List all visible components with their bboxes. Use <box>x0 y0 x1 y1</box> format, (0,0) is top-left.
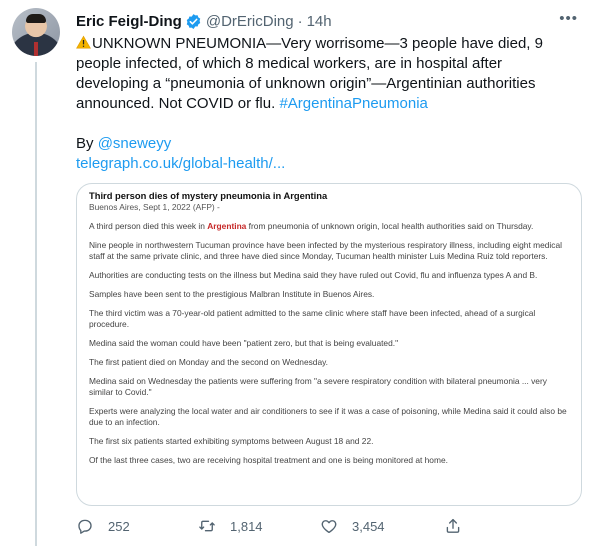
tweet-line-2: people infected, of which 8 medical work… <box>76 55 503 72</box>
tweet-timestamp[interactable]: 14h <box>307 13 332 30</box>
article-paragraph: The third victim was a 70-year-old patie… <box>89 308 536 329</box>
avatar-hair <box>26 14 46 23</box>
article-paragraph: Authorities are conducting tests on the … <box>89 270 538 280</box>
article-paragraph: Experts were analyzing the local water a… <box>89 406 567 427</box>
article-text: from pneumonia of unknown origin, local … <box>246 221 534 231</box>
warning-icon <box>76 35 91 49</box>
tweet-actions: 252 1,814 3,454 <box>76 514 506 538</box>
article-text: A third person died this week in <box>89 221 208 231</box>
article-paragraph: Nine people in northwestern Tucuman prov… <box>89 240 562 261</box>
article-paragraph: Medina said the woman could have been "p… <box>89 338 399 348</box>
hashtag-link[interactable]: #ArgentinaPneumonia <box>279 95 427 112</box>
header-separator: · <box>297 12 303 30</box>
thread-line <box>35 62 37 546</box>
avatar-tie <box>34 42 38 56</box>
share-icon <box>446 518 460 533</box>
article-highlight: Argentina <box>207 221 247 231</box>
mention-link[interactable]: @sneweyy <box>98 135 172 152</box>
article-dateline: Buenos Aires, Sept 1, 2022 (AFP) - <box>89 202 220 212</box>
avatar[interactable] <box>12 8 60 56</box>
reply-icon <box>78 519 92 534</box>
article-paragraph: Samples have been sent to the prestigiou… <box>89 289 375 299</box>
article-paragraph: Medina said on Wednesday the patients we… <box>89 376 547 397</box>
article-paragraph: A third person died this week in Argenti… <box>89 221 569 232</box>
tweet-line-1: UNKNOWN PNEUMONIA—Very worrisome—3 peopl… <box>76 34 582 54</box>
author-name[interactable]: Eric Feigl-Ding <box>76 13 182 30</box>
share-button[interactable] <box>444 517 476 535</box>
tweet-text: UNKNOWN PNEUMONIA—Very worrisome—3 peopl… <box>76 34 582 114</box>
article-url-link[interactable]: telegraph.co.uk/global-health/... <box>76 154 586 174</box>
verified-badge-icon <box>186 13 201 29</box>
reply-count: 252 <box>108 518 130 534</box>
tweet-line-3: developing a “pneumonia of unknown origi… <box>76 75 536 92</box>
author-handle[interactable]: @DrEricDing <box>206 13 294 30</box>
byline-block: By @sneweyy telegraph.co.uk/global-healt… <box>76 134 586 174</box>
article-paragraph: Of the last three cases, two are receivi… <box>89 455 448 465</box>
like-icon <box>321 520 337 534</box>
article-paragraph: The first six patients started exhibitin… <box>89 436 374 446</box>
byline: By @sneweyy <box>76 134 586 154</box>
retweet-count: 1,814 <box>230 518 263 534</box>
tweet-content: Eric Feigl-Ding @DrEricDing · 14h ••• UN… <box>76 10 586 174</box>
like-count: 3,454 <box>352 518 385 534</box>
like-button[interactable]: 3,454 <box>320 517 442 535</box>
reply-button[interactable]: 252 <box>76 517 198 535</box>
retweet-icon <box>199 520 215 532</box>
retweet-button[interactable]: 1,814 <box>198 517 320 535</box>
tweet-line-4: announced. Not COVID or flu. #ArgentinaP… <box>76 94 582 114</box>
tweet-text-line: announced. Not COVID or flu. <box>76 95 280 112</box>
byline-prefix: By <box>76 135 98 152</box>
tweet-text-line: UNKNOWN PNEUMONIA—Very worrisome—3 peopl… <box>92 35 543 52</box>
article-paragraph: The first patient died on Monday and the… <box>89 357 328 367</box>
tweet-header: Eric Feigl-Ding @DrEricDing · 14h ••• <box>76 10 586 32</box>
more-icon[interactable]: ••• <box>559 10 578 27</box>
article-title: Third person dies of mystery pneumonia i… <box>89 190 328 201</box>
article-screenshot[interactable]: Third person dies of mystery pneumonia i… <box>76 183 582 506</box>
